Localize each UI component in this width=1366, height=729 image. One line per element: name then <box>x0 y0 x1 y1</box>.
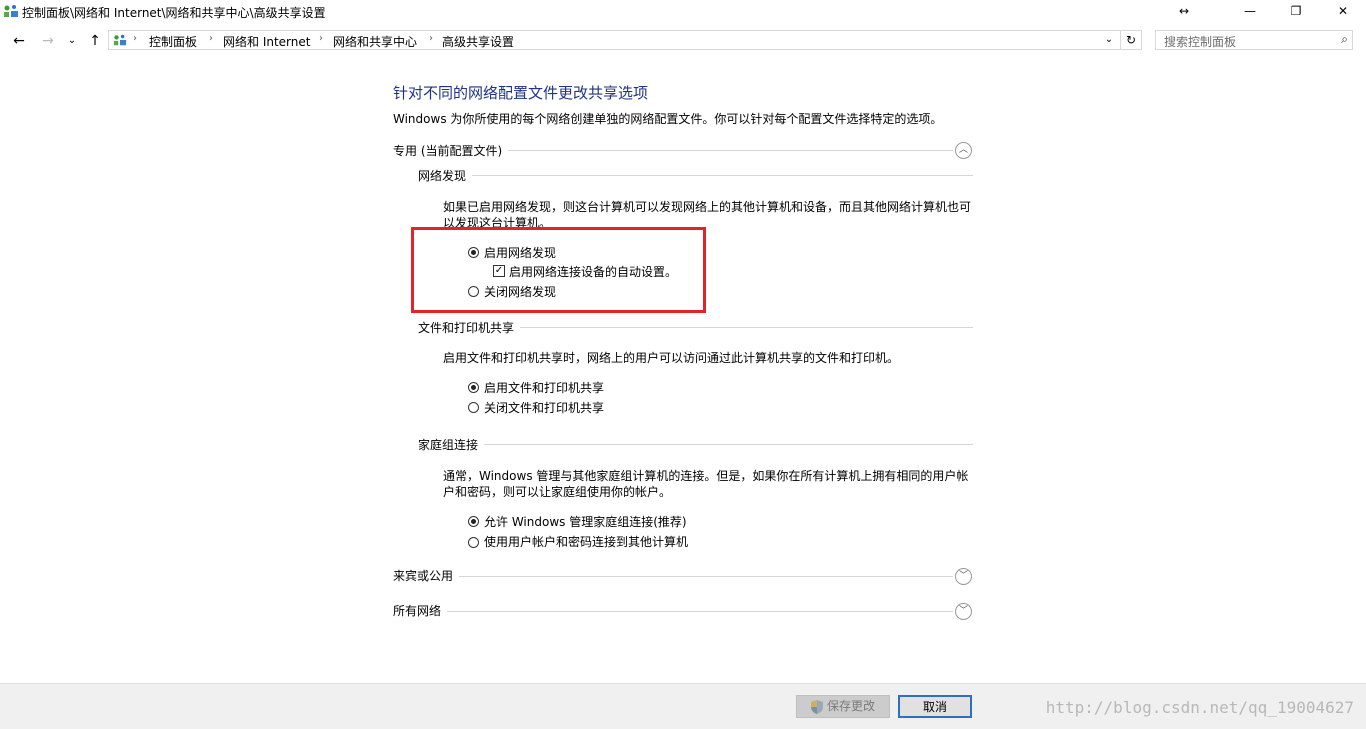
use-account-password-label[interactable]: 使用用户帐户和密码连接到其他计算机 <box>484 533 688 550</box>
cancel-button[interactable]: 取消 <box>898 695 972 718</box>
divider <box>393 576 953 577</box>
maximize-button[interactable]: ❐ <box>1273 0 1319 24</box>
page-title: 针对不同的网络配置文件更改共享选项 <box>393 84 649 102</box>
restore-size-button[interactable]: ↔ <box>1161 0 1207 24</box>
shield-icon <box>811 700 823 714</box>
network-discovery-heading: 网络发现 <box>418 167 473 184</box>
divider <box>418 444 973 445</box>
all-networks-profile-header[interactable]: 所有网络 <box>393 602 448 619</box>
back-button[interactable]: ← <box>9 31 29 51</box>
window-title: 控制面板\网络和 Internet\网络和共享中心\高级共享设置 <box>22 6 326 20</box>
guest-public-profile-header[interactable]: 来宾或公用 <box>393 567 460 584</box>
control-panel-icon <box>113 34 127 46</box>
expand-chevron-icon[interactable]: ﹀ <box>955 603 972 620</box>
address-dropdown-icon[interactable]: ⌄ <box>1100 31 1118 49</box>
save-changes-button[interactable]: 保存更改 <box>796 695 890 718</box>
minimize-button[interactable]: — <box>1227 0 1273 24</box>
breadcrumb-network-internet[interactable]: 网络和 Internet <box>223 33 310 50</box>
breadcrumb-separator[interactable]: › <box>429 33 433 44</box>
highlight-box <box>411 227 706 313</box>
use-account-password-radio[interactable] <box>468 537 479 548</box>
search-placeholder: 搜索控制面板 <box>1164 35 1237 49</box>
enable-file-printer-sharing-label[interactable]: 启用文件和打印机共享 <box>484 379 604 396</box>
breadcrumb-separator: › <box>133 33 137 44</box>
homegroup-heading: 家庭组连接 <box>418 436 485 453</box>
private-profile-header[interactable]: 专用 (当前配置文件) <box>393 142 509 159</box>
close-button[interactable]: ✕ <box>1320 0 1366 24</box>
enable-file-printer-sharing-radio[interactable] <box>468 382 479 393</box>
network-folder-icon <box>4 5 18 17</box>
search-input[interactable]: 搜索控制面板 ⌕ <box>1155 30 1353 50</box>
file-printer-sharing-heading: 文件和打印机共享 <box>418 319 521 336</box>
search-icon[interactable]: ⌕ <box>1341 32 1348 47</box>
network-discovery-description: 如果已启用网络发现，则这台计算机可以发现网络上的其他计算机和设备，而且其他网络计… <box>443 200 972 227</box>
expand-chevron-icon[interactable]: ﹀ <box>955 568 972 585</box>
disable-file-printer-sharing-radio[interactable] <box>468 402 479 413</box>
breadcrumb-advanced-sharing[interactable]: 高级共享设置 <box>442 33 514 50</box>
collapse-chevron-icon[interactable]: ︿ <box>955 142 972 159</box>
breadcrumb-separator[interactable]: › <box>319 33 323 44</box>
breadcrumb-network-sharing-center[interactable]: 网络和共享中心 <box>333 33 417 50</box>
page-description: Windows 为你所使用的每个网络创建单独的网络配置文件。你可以针对每个配置文… <box>393 112 943 126</box>
save-changes-label: 保存更改 <box>827 699 876 713</box>
recent-locations-button[interactable]: ⌄ <box>62 31 82 51</box>
footer-bar: 保存更改 取消 http://blog.csdn.net/qq_19004627 <box>0 683 1366 729</box>
homegroup-description: 通常，Windows 管理与其他家庭组计算机的连接。但是，如果你在所有计算机上拥… <box>443 469 969 499</box>
allow-windows-manage-homegroup-radio[interactable] <box>468 516 479 527</box>
title-bar: 控制面板\网络和 Internet\网络和共享中心\高级共享设置 ↔ — ❐ ✕ <box>0 0 1366 28</box>
refresh-icon[interactable]: ↻ <box>1120 31 1141 49</box>
divider <box>418 175 973 176</box>
watermark-text: http://blog.csdn.net/qq_19004627 <box>1045 698 1354 717</box>
up-button[interactable]: ↑ <box>85 31 105 51</box>
allow-windows-manage-homegroup-label[interactable]: 允许 Windows 管理家庭组连接(推荐) <box>484 513 687 530</box>
divider <box>393 611 953 612</box>
file-printer-sharing-description: 启用文件和打印机共享时，网络上的用户可以访问通过此计算机共享的文件和打印机。 <box>443 351 900 365</box>
disable-file-printer-sharing-label[interactable]: 关闭文件和打印机共享 <box>484 399 604 416</box>
forward-button[interactable]: → <box>38 31 58 51</box>
breadcrumb-separator[interactable]: › <box>209 33 213 44</box>
address-bar[interactable]: › 控制面板 › 网络和 Internet › 网络和共享中心 › 高级共享设置… <box>108 30 1142 50</box>
breadcrumb-control-panel[interactable]: 控制面板 <box>149 33 197 50</box>
